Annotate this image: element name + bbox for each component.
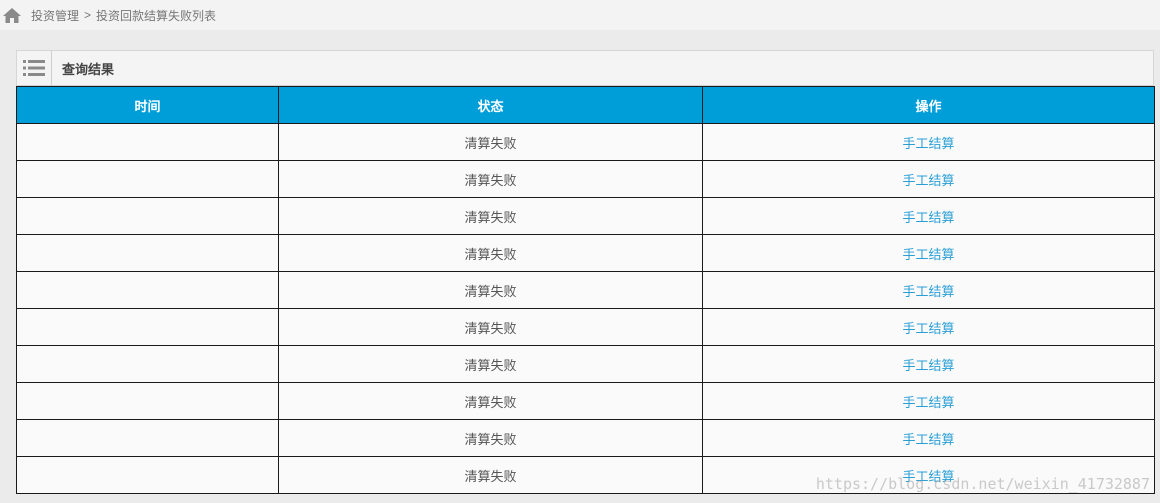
table-row: 清算失败 手工结算 [16,382,1155,420]
status-cell: 清算失败 [278,123,703,161]
action-cell: 手工结算 [702,271,1155,309]
table-row: 清算失败 手工结算 [16,160,1155,198]
table-row: 清算失败 手工结算 [16,123,1155,161]
manual-settle-link[interactable]: 手工结算 [902,321,954,336]
table-row: 清算失败 手工结算 [16,271,1155,309]
table-row: 清算失败 手工结算 [16,345,1155,383]
table-row: 清算失败 手工结算 [16,419,1155,457]
status-cell: 清算失败 [278,234,703,272]
time-cell [16,234,279,272]
manual-settle-link[interactable]: 手工结算 [902,247,954,262]
action-cell: 手工结算 [702,345,1155,383]
time-cell [16,160,279,198]
result-panel: 查询结果 时间 状态 操作 清算失败 手工结算 清算失败 手工结算 清算失败 手… [16,50,1155,494]
table-header-row: 时间 状态 操作 [16,86,1155,124]
time-cell [16,456,279,494]
action-cell: 手工结算 [702,234,1155,272]
column-header-action: 操作 [702,86,1155,124]
panel-title: 查询结果 [62,61,115,77]
table-row: 清算失败 手工结算 [16,308,1155,346]
action-cell: 手工结算 [702,456,1155,494]
manual-settle-link[interactable]: 手工结算 [902,173,954,188]
time-cell [16,308,279,346]
list-icon [17,51,52,85]
time-cell [16,197,279,235]
breadcrumb-separator: > [84,8,92,22]
status-cell: 清算失败 [278,308,703,346]
status-cell: 清算失败 [278,456,703,494]
time-cell [16,271,279,309]
time-cell [16,419,279,457]
column-header-time: 时间 [16,86,279,124]
status-cell: 清算失败 [278,160,703,198]
action-cell: 手工结算 [702,308,1155,346]
manual-settle-link[interactable]: 手工结算 [902,395,954,410]
time-cell [16,345,279,383]
action-cell: 手工结算 [702,382,1155,420]
action-cell: 手工结算 [702,123,1155,161]
breadcrumb-parent-link[interactable]: 投资管理 [31,7,79,24]
action-cell: 手工结算 [702,160,1155,198]
time-cell [16,382,279,420]
manual-settle-link[interactable]: 手工结算 [902,210,954,225]
column-header-status: 状态 [278,86,703,124]
home-icon[interactable] [2,6,22,24]
status-cell: 清算失败 [278,419,703,457]
status-cell: 清算失败 [278,197,703,235]
table-row: 清算失败 手工结算 [16,197,1155,235]
result-table: 时间 状态 操作 清算失败 手工结算 清算失败 手工结算 清算失败 手工结算 清… [16,86,1155,494]
status-cell: 清算失败 [278,382,703,420]
breadcrumb-current: 投资回款结算失败列表 [96,8,217,23]
table-row: 清算失败 手工结算 [16,234,1155,272]
action-cell: 手工结算 [702,419,1155,457]
manual-settle-link[interactable]: 手工结算 [902,136,954,151]
manual-settle-link[interactable]: 手工结算 [902,432,954,447]
table-row: 清算失败 手工结算 [16,456,1155,494]
manual-settle-link[interactable]: 手工结算 [902,469,954,484]
manual-settle-link[interactable]: 手工结算 [902,284,954,299]
status-cell: 清算失败 [278,345,703,383]
time-cell [16,123,279,161]
breadcrumb: 投资管理 > 投资回款结算失败列表 [0,0,1160,30]
manual-settle-link[interactable]: 手工结算 [902,358,954,373]
action-cell: 手工结算 [702,197,1155,235]
panel-header: 查询结果 [17,51,1153,86]
status-cell: 清算失败 [278,271,703,309]
